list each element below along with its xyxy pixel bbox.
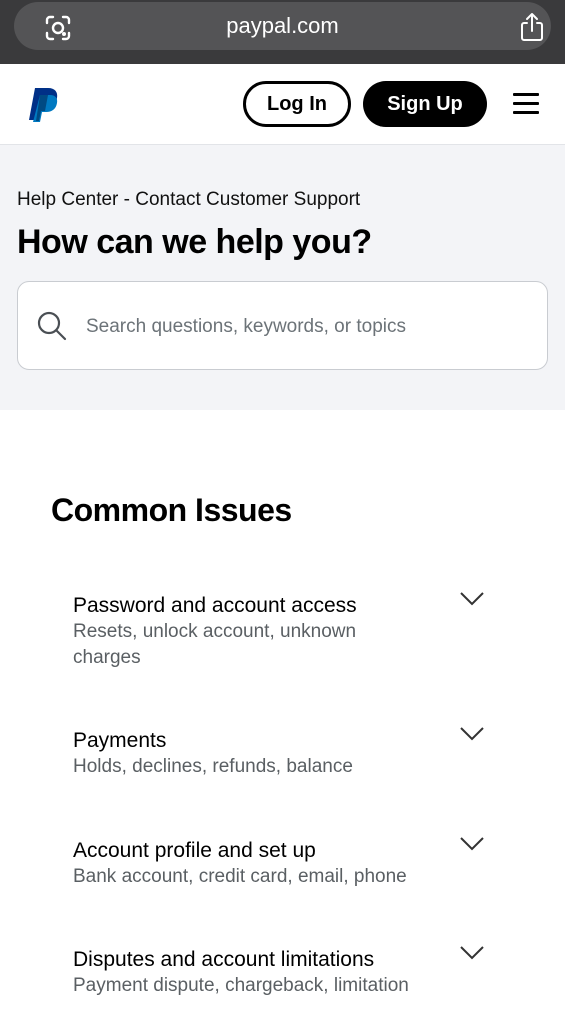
- share-icon[interactable]: [519, 12, 545, 42]
- chevron-down-icon[interactable]: [459, 836, 485, 852]
- breadcrumb: Help Center - Contact Customer Support: [17, 189, 361, 210]
- issue-title: Payments: [73, 729, 167, 752]
- issue-subtitle: Resets, unlock account, unknown charges: [73, 621, 357, 668]
- issue-disputes-limitations[interactable]: Disputes and account limitations Payment…: [73, 945, 513, 999]
- search-input[interactable]: [84, 308, 528, 346]
- site-header: Log In Sign Up: [0, 64, 565, 144]
- address-bar[interactable]: paypal.com: [14, 2, 551, 50]
- browser-toolbar: paypal.com: [0, 0, 565, 64]
- common-issues-title: Common Issues: [51, 492, 292, 528]
- issue-password-access[interactable]: Password and account access Resets, unlo…: [73, 591, 513, 671]
- issue-title: Password and account access: [73, 594, 357, 617]
- issue-title: Disputes and account limitations: [73, 948, 375, 971]
- chevron-down-icon[interactable]: [459, 591, 485, 607]
- signup-button[interactable]: Sign Up: [363, 81, 487, 127]
- page-title: How can we help you?: [17, 223, 372, 261]
- help-hero: Help Center - Contact Customer Support H…: [0, 144, 565, 410]
- login-button[interactable]: Log In: [243, 81, 351, 127]
- issue-subtitle: Payment dispute, chargeback, limitation: [73, 975, 409, 996]
- menu-icon[interactable]: [513, 92, 539, 114]
- search-box[interactable]: [17, 281, 548, 370]
- issue-payments[interactable]: Payments Holds, declines, refunds, balan…: [73, 726, 513, 780]
- chevron-down-icon[interactable]: [459, 945, 485, 961]
- search-icon: [37, 311, 67, 341]
- issue-title: Account profile and set up: [73, 839, 316, 862]
- issue-subtitle: Holds, declines, refunds, balance: [73, 756, 353, 777]
- issue-account-profile[interactable]: Account profile and set up Bank account,…: [73, 836, 513, 890]
- chevron-down-icon[interactable]: [459, 726, 485, 742]
- url-text[interactable]: paypal.com: [14, 13, 551, 39]
- paypal-logo[interactable]: [26, 86, 60, 124]
- issue-subtitle: Bank account, credit card, email, phone: [73, 866, 407, 887]
